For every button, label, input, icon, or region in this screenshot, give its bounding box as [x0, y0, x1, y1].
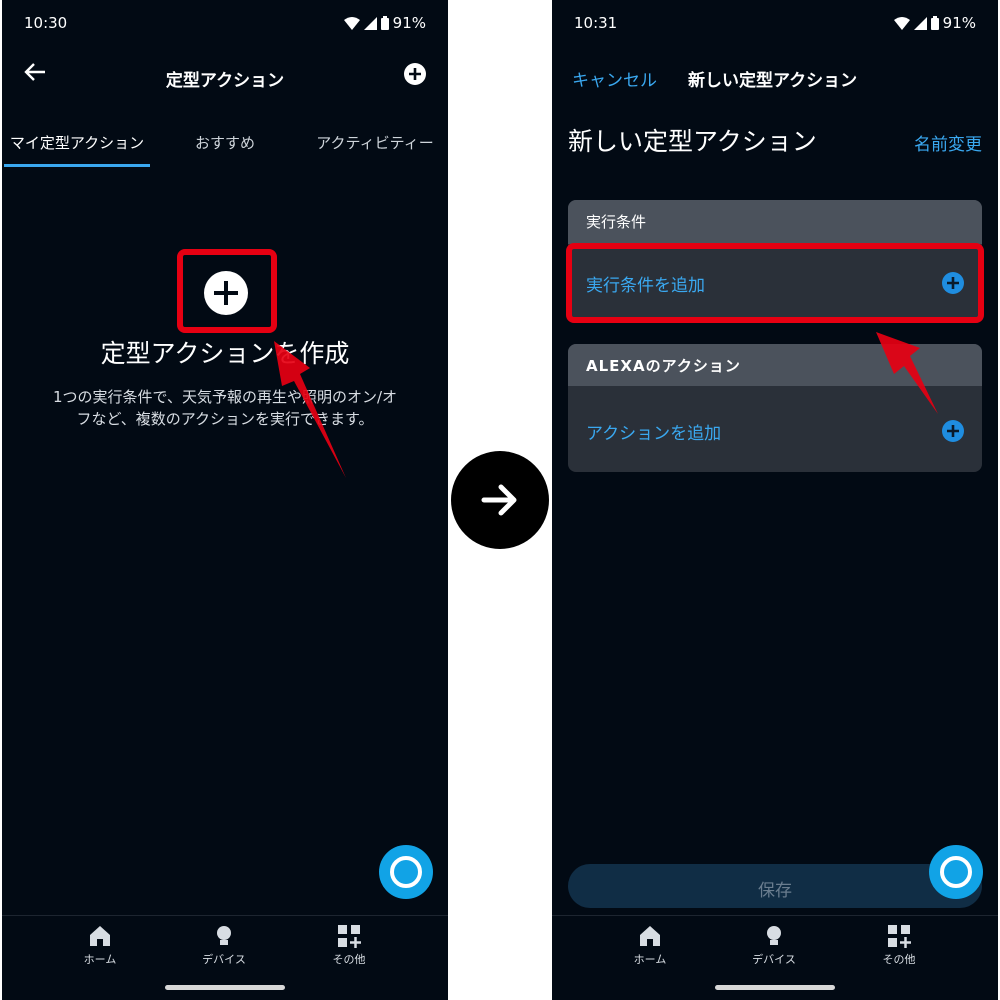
- add-action-label: アクションを追加: [586, 424, 722, 444]
- grid-plus-icon: [338, 925, 361, 948]
- nav-label: その他: [882, 953, 916, 966]
- nav-label: その他: [332, 953, 366, 966]
- alexa-ring-icon: [390, 856, 422, 888]
- lightbulb-icon: [767, 926, 781, 945]
- description-line: 1つの実行条件で、天気予報の再生や照明のオン/オ: [53, 388, 397, 406]
- home-icon: [640, 926, 660, 946]
- battery-percent: 91%: [942, 14, 976, 32]
- wifi-icon: [893, 16, 910, 30]
- battery-icon: [380, 16, 389, 30]
- create-routine-plus-icon[interactable]: [203, 270, 249, 316]
- status-bar: 10:31 91%: [574, 14, 976, 34]
- lightbulb-icon: [217, 926, 231, 945]
- gesture-home-bar: [715, 985, 835, 990]
- nav-devices[interactable]: デバイス: [724, 924, 824, 967]
- cancel-button[interactable]: キャンセル: [572, 66, 657, 91]
- nav-label: デバイス: [752, 953, 796, 966]
- gesture-home-bar: [165, 985, 285, 990]
- nav-devices[interactable]: デバイス: [174, 924, 274, 967]
- nav-label: ホーム: [83, 953, 117, 966]
- rename-button[interactable]: 名前変更: [914, 130, 982, 155]
- annotation-highlight-box: [566, 243, 984, 323]
- nav-label: ホーム: [633, 953, 667, 966]
- tab-recommended[interactable]: おすすめ: [152, 132, 298, 153]
- bottom-navigation: ホーム デバイス その他: [552, 915, 998, 1000]
- alexa-voice-button[interactable]: [929, 845, 983, 899]
- battery-icon: [930, 16, 939, 30]
- nav-home[interactable]: ホーム: [600, 924, 700, 967]
- annotation-arrow: [274, 341, 346, 478]
- phone-screen-before: 10:30 91% 定型アクション マイ定型アクション おすすめ アクティビティ…: [2, 0, 448, 1000]
- tab-activity[interactable]: アクティビティー: [302, 132, 448, 153]
- add-action-plus-icon: [942, 420, 964, 442]
- tab-label: おすすめ: [194, 134, 255, 152]
- status-bar: 10:30 91%: [24, 14, 426, 34]
- alexa-ring-icon: [940, 856, 972, 888]
- transition-arrow: [451, 451, 549, 549]
- add-circle-icon[interactable]: [403, 62, 427, 86]
- tab-my-routines[interactable]: マイ定型アクション: [2, 132, 152, 153]
- phone-screen-after: 10:31 91% キャンセル 新しい定型アクション 新しい定型アクション 名前…: [552, 0, 998, 1000]
- home-icon: [90, 926, 110, 946]
- bottom-navigation: ホーム デバイス その他: [2, 915, 448, 1000]
- tab-label: マイ定型アクション: [9, 134, 145, 152]
- annotation-arrow: [876, 332, 938, 414]
- empty-state-title: 定型アクションを作成: [100, 339, 350, 368]
- signal-icon: [913, 16, 927, 30]
- battery-percent: 91%: [392, 14, 426, 32]
- save-button[interactable]: 保存: [568, 864, 982, 908]
- header-title: 新しい定型アクション: [688, 71, 858, 91]
- signal-icon: [363, 16, 377, 30]
- description-line: フなど、複数のアクションを実行できます。: [76, 410, 374, 428]
- nav-more[interactable]: その他: [299, 924, 399, 967]
- arrow-right-icon: [481, 484, 517, 516]
- grid-plus-icon: [888, 925, 911, 948]
- section-header-label: 実行条件: [586, 213, 647, 231]
- status-time: 10:31: [574, 14, 618, 32]
- wifi-icon: [343, 16, 360, 30]
- status-time: 10:30: [24, 14, 68, 32]
- nav-label: デバイス: [202, 953, 246, 966]
- empty-state-description: 1つの実行条件で、天気予報の再生や照明のオン/オ フなど、複数のアクションを実行…: [12, 386, 438, 430]
- tab-bar: マイ定型アクション おすすめ アクティビティー: [2, 126, 448, 170]
- page-title: 新しい定型アクション: [568, 127, 817, 156]
- alexa-voice-button[interactable]: [379, 845, 433, 899]
- tab-active-indicator: [4, 164, 150, 167]
- tab-label: アクティビティー: [316, 134, 434, 152]
- header-title: 定型アクション: [165, 71, 285, 91]
- nav-more[interactable]: その他: [849, 924, 949, 967]
- nav-home[interactable]: ホーム: [50, 924, 150, 967]
- trigger-section-header: 実行条件: [568, 200, 982, 244]
- section-header-label: ALEXAのアクション: [586, 357, 741, 375]
- save-label: 保存: [758, 881, 792, 901]
